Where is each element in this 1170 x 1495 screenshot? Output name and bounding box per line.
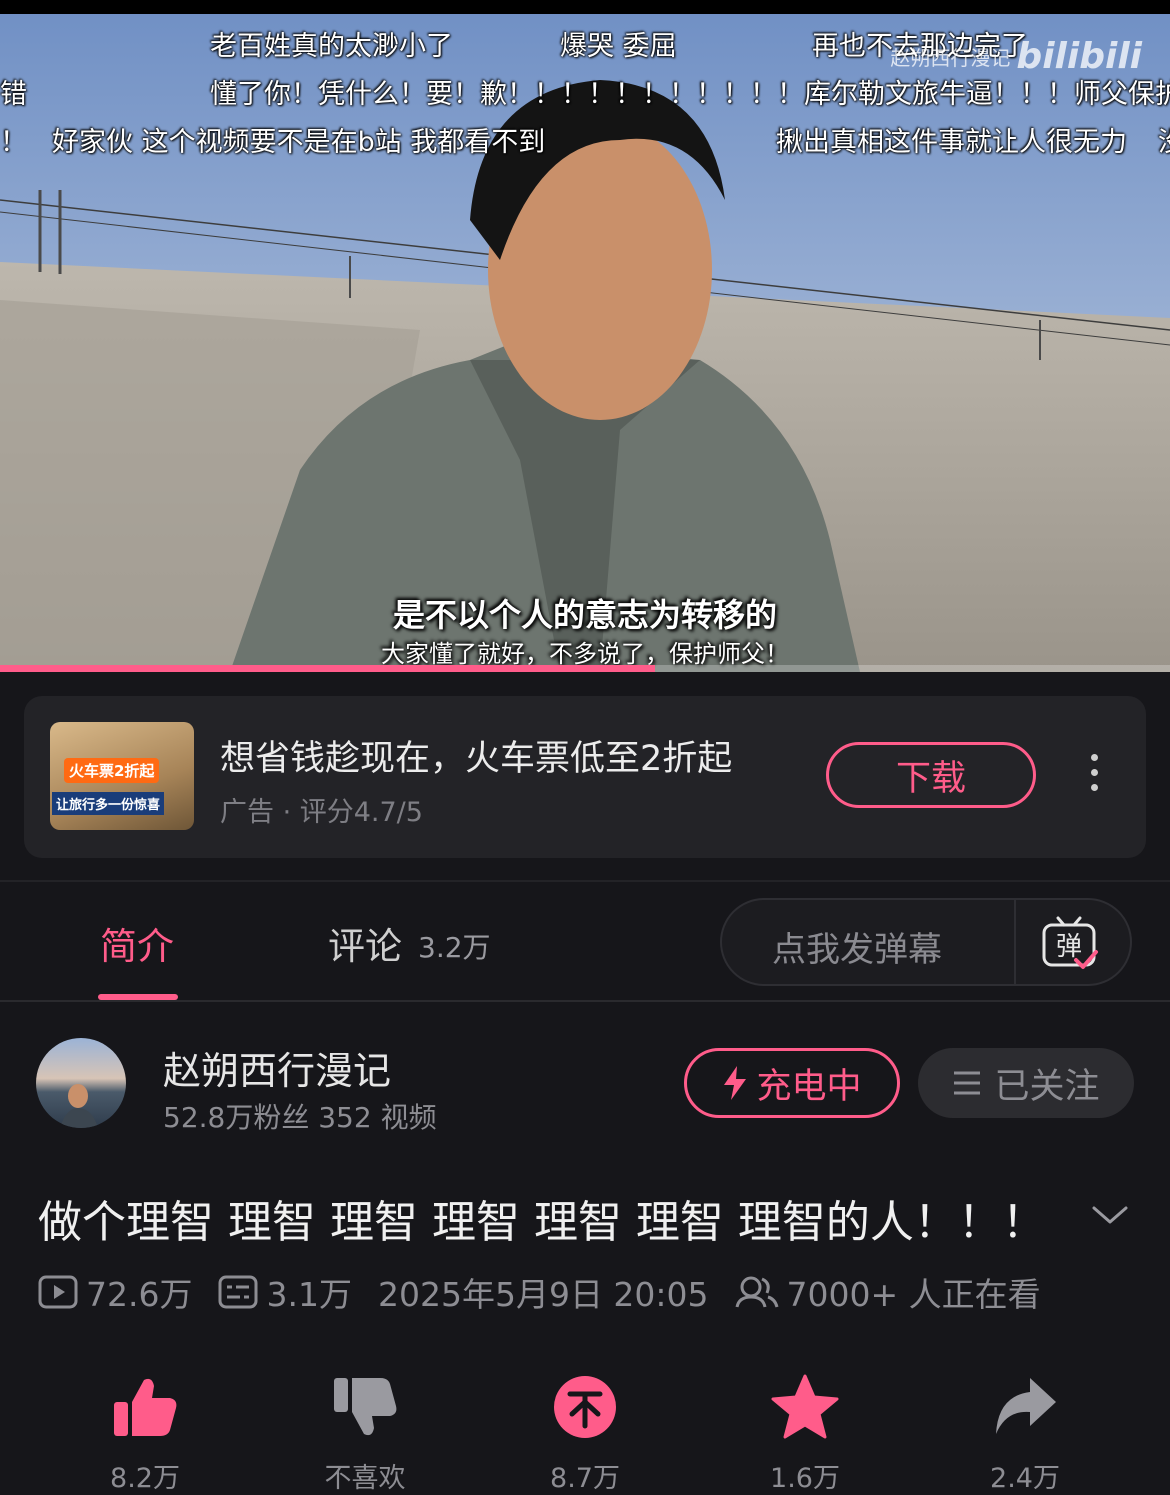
danmaku-comment: ！ (0, 127, 27, 158)
ad-thumb-tag: 让旅行多一份惊喜 (52, 792, 165, 815)
favorite-count: 1.6万 (770, 1463, 840, 1494)
ad-meta: 广告 · 评分4.7/5 (220, 797, 423, 828)
chevron-down-icon[interactable] (1090, 1200, 1130, 1230)
view-count-value: 72.6万 (86, 1275, 193, 1314)
progress-fill (0, 665, 656, 672)
danmaku-toggle-icon[interactable]: 弹 (1038, 912, 1100, 974)
danmaku-comment: 揪出真相这件事就让人很无力 (776, 127, 1127, 158)
watching-count: 7000+ 人正在看 (735, 1268, 1041, 1316)
lightning-icon (724, 1066, 747, 1100)
ad-card[interactable]: 火车票2折起 让旅行多一份惊喜 想省钱趁现在，火车票低至2折起 广告 · 评分4… (24, 696, 1146, 858)
video-title: 做个理智 理智 理智 理智 理智 理智 理智的人！！！ (38, 1197, 1046, 1248)
subtitle-line: 大家懂了就好，不多说了，保护师父！ (381, 640, 789, 668)
ad-thumb-tag: 火车票2折起 (64, 758, 160, 783)
danmaku-count: 3.1万 (218, 1268, 352, 1316)
danmaku-count-icon (218, 1275, 258, 1309)
progress-bar[interactable] (0, 665, 1170, 672)
more-options-icon[interactable] (1084, 754, 1104, 798)
like-count: 8.2万 (110, 1463, 180, 1494)
people-icon (735, 1276, 779, 1308)
charge-label: 充电中 (756, 1066, 862, 1107)
watermark: 赵朔西行漫记 bilibili (890, 36, 1142, 77)
follow-button[interactable]: 已关注 (918, 1048, 1134, 1118)
danmaku-input[interactable]: 点我发弹幕 (772, 922, 942, 971)
favorite-button[interactable]: 1.6万 (720, 1372, 890, 1495)
video-player[interactable]: 老百姓真的太渺小了 爆哭 委屈 再也不去那边完了 错 懂了你！凭什么！要！歉！！… (0, 0, 1170, 672)
ad-title: 想省钱趁现在，火车票低至2折起 (220, 739, 733, 779)
view-count: 72.6万 (38, 1268, 192, 1316)
coin-icon (554, 1376, 616, 1438)
danmaku-comment: 老百姓真的太渺小了 (210, 31, 453, 62)
coin-button[interactable]: 8.7万 (500, 1372, 670, 1495)
danmaku-send-box[interactable]: 点我发弹幕 弹 (720, 898, 1132, 986)
menu-icon (954, 1071, 981, 1095)
thumbs-up-icon (114, 1378, 177, 1436)
uploader-name[interactable]: 赵朔西行漫记 (163, 1040, 391, 1095)
divider (1014, 900, 1016, 984)
danmaku-comment: 懂了你！凭什么！要！歉！！！！！！！！！！！库尔勒文旅牛逼！！！师父保护好自己 (210, 79, 1170, 110)
coin-count: 8.7万 (550, 1463, 620, 1494)
dislike-label: 不喜欢 (324, 1463, 406, 1494)
uploader-stats: 52.8万粉丝 352 视频 (163, 1101, 437, 1134)
danmaku-comment: 爆哭 委屈 (560, 31, 677, 62)
tab-intro[interactable]: 简介 (100, 916, 174, 970)
tab-comments[interactable]: 评论 (328, 916, 402, 970)
share-button[interactable]: 2.4万 (940, 1372, 1110, 1495)
danmaku-toggle-char: 弹 (1056, 932, 1082, 962)
danmaku-comment: 错 (0, 79, 27, 110)
danmaku-comment: 好家伙 这个视频要不是在b站 我都看不到 (52, 127, 546, 158)
avatar[interactable] (36, 1038, 126, 1128)
star-icon (771, 1374, 839, 1439)
bilibili-logo-icon: bilibili (1016, 36, 1142, 77)
comment-count: 3.2万 (418, 931, 491, 964)
share-count: 2.4万 (990, 1463, 1060, 1494)
watermark-channel: 赵朔西行漫记 (890, 46, 1011, 70)
thumbs-down-icon (334, 1378, 397, 1436)
follow-label: 已关注 (994, 1066, 1100, 1107)
divider (0, 880, 1170, 882)
danmaku-comment: 没 (1158, 120, 1170, 159)
download-button[interactable]: 下载 (826, 742, 1036, 808)
share-icon (996, 1378, 1056, 1434)
divider (0, 1000, 1170, 1002)
video-meta: 72.6万 3.1万 2025年5月9日 20:05 7000+ 人正在看 (38, 1268, 1067, 1316)
subtitle-line: 是不以个人的意志为转移的 (392, 596, 777, 634)
danmaku-count-value: 3.1万 (266, 1275, 352, 1314)
watching-count-value: 7000+ 人正在看 (786, 1275, 1041, 1314)
dislike-button[interactable]: 不喜欢 (280, 1372, 450, 1495)
play-count-icon (38, 1275, 78, 1309)
publish-time: 2025年5月9日 20:05 (377, 1275, 709, 1314)
charge-button[interactable]: 充电中 (684, 1048, 900, 1118)
like-button[interactable]: 8.2万 (60, 1372, 230, 1495)
ad-thumbnail: 火车票2折起 让旅行多一份惊喜 (50, 722, 194, 830)
